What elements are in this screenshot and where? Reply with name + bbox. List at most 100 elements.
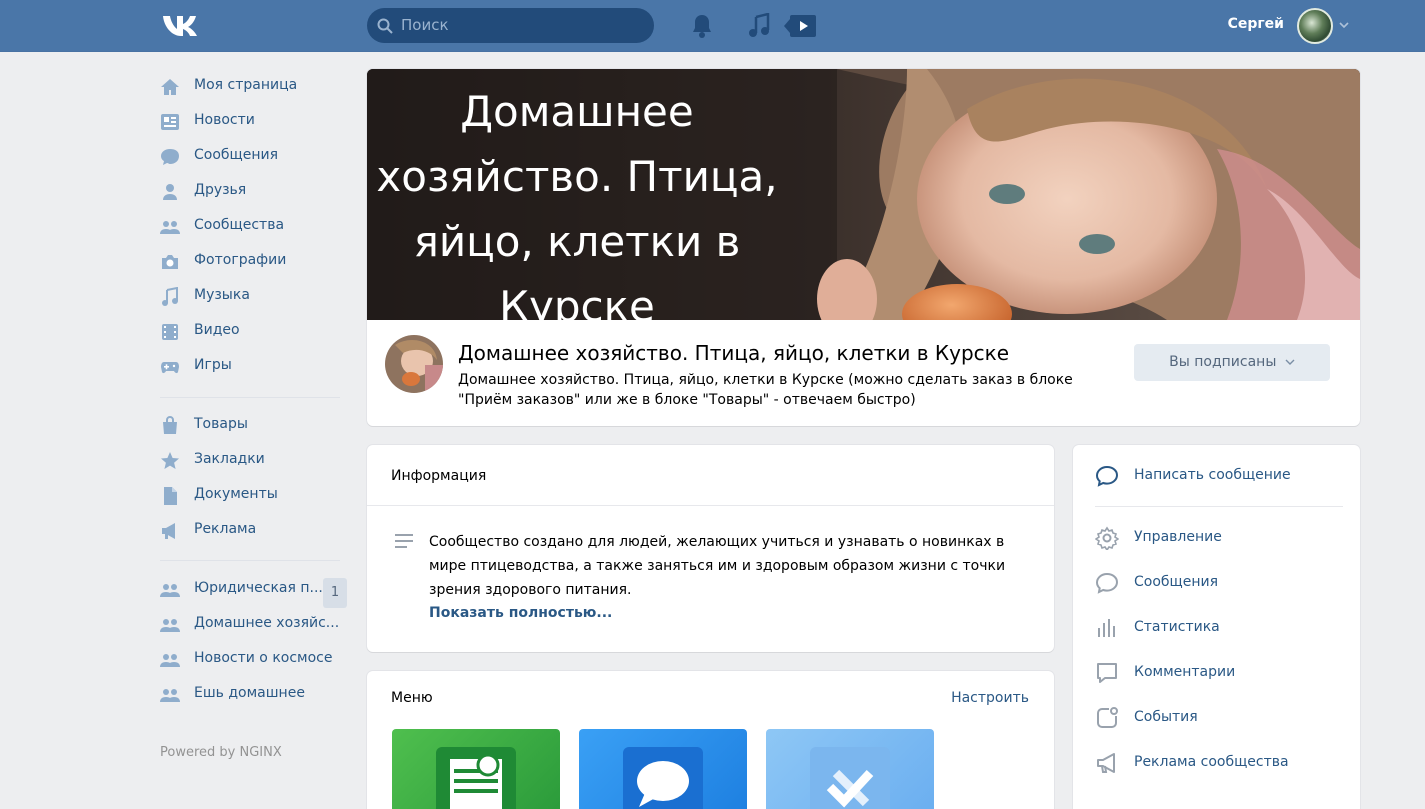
chat-bubble-icon <box>623 747 703 809</box>
action-label: Управление <box>1134 529 1222 545</box>
sidebar-item-label: Сообщества <box>194 217 285 233</box>
message-bubble-icon <box>1095 465 1119 487</box>
subscribed-button[interactable]: Вы подписаны <box>1134 344 1330 381</box>
shopping-bag-icon <box>163 416 177 434</box>
document-icon <box>164 487 177 505</box>
gamepad-icon <box>161 362 179 374</box>
sidebar-item-label: Закладки <box>194 451 265 467</box>
action-comments[interactable]: Комментарии <box>1073 655 1360 691</box>
sidebar-item-my-page[interactable]: Моя страница <box>160 69 350 104</box>
sidebar-divider <box>160 560 340 561</box>
spreadsheet-icon <box>436 747 516 809</box>
vk-logo-icon[interactable] <box>160 12 202 40</box>
bell-icon[interactable] <box>690 13 714 39</box>
sidebar-item-friends[interactable]: Друзья <box>160 174 350 209</box>
sidebar-item-bookmarks[interactable]: Закладки <box>160 443 350 478</box>
action-events[interactable]: События <box>1073 700 1360 736</box>
menu-tile-orders[interactable] <box>392 729 560 809</box>
music-icon <box>162 287 178 306</box>
sidebar-item-ads[interactable]: Реклама <box>160 513 350 548</box>
sidebar-item-label: Реклама <box>194 521 257 537</box>
gear-icon <box>1095 526 1119 550</box>
show-more-link[interactable]: Показать полностью... <box>429 605 612 621</box>
search-input[interactable]: Поиск <box>367 8 654 43</box>
action-label: Статистика <box>1134 619 1220 635</box>
star-icon <box>161 452 179 469</box>
sidebar-divider <box>160 397 340 398</box>
sidebar-item-photos[interactable]: Фотографии <box>160 244 350 279</box>
sidebar-item-messages[interactable]: Сообщения <box>160 139 350 174</box>
bar-chart-icon <box>1098 619 1115 637</box>
cover-title-text: Домашнее хозяйство. Птица, яйцо, клетки … <box>376 87 778 320</box>
message-bubble-icon <box>1095 572 1119 594</box>
communities-icon <box>160 221 180 234</box>
communities-icon <box>160 654 180 667</box>
search-placeholder: Поиск <box>401 16 449 34</box>
sidebar-group-eat-home[interactable]: Ешь домашнее <box>160 677 350 712</box>
sidebar-item-news[interactable]: Новости <box>160 104 350 139</box>
group-header-card: Домашнее хозяйство. Птица, яйцо, клетки … <box>367 69 1360 426</box>
sidebar-item-communities[interactable]: Сообщества <box>160 209 350 244</box>
sidebar-item-music[interactable]: Музыка <box>160 279 350 314</box>
action-label: Сообщения <box>1134 574 1219 590</box>
action-label: Реклама сообщества <box>1134 754 1289 770</box>
group-cover: Домашнее хозяйство. Птица, яйцо, клетки … <box>367 69 1360 320</box>
write-message-label: Написать сообщение <box>1134 467 1291 483</box>
sidebar-item-documents[interactable]: Документы <box>160 478 350 513</box>
sidebar-item-label: Ешь домашнее <box>194 685 305 701</box>
configure-link[interactable]: Настроить <box>951 690 1029 706</box>
home-icon <box>161 79 179 95</box>
action-messages[interactable]: Сообщения <box>1073 565 1360 601</box>
comment-icon <box>1097 663 1117 683</box>
action-community-ads[interactable]: Реклама сообщества <box>1073 745 1360 781</box>
sidebar-item-label: Юридическая п... <box>194 580 323 596</box>
sidebar-item-label: Видео <box>194 322 240 338</box>
subscribed-button-label: Вы подписаны <box>1169 354 1277 370</box>
actions-card: Написать сообщение Управление Сообщения … <box>1073 445 1360 809</box>
group-status: Домашнее хозяйство. Птица, яйцо, клетки … <box>458 372 1073 408</box>
messages-icon <box>161 149 179 165</box>
sidebar-item-label: Новости о космосе <box>194 650 333 666</box>
action-statistics[interactable]: Статистика <box>1073 610 1360 646</box>
event-icon <box>1097 707 1118 728</box>
divider <box>1095 506 1343 507</box>
write-message-button[interactable]: Написать сообщение <box>1073 458 1360 494</box>
user-avatar[interactable] <box>1297 8 1333 44</box>
action-manage[interactable]: Управление <box>1073 520 1360 556</box>
sidebar-group-legal[interactable]: Юридическая п... 1 <box>160 572 350 608</box>
chevron-down-icon <box>1285 359 1295 365</box>
communities-icon <box>160 584 180 597</box>
camera-icon <box>162 255 178 269</box>
sidebar-item-label: Моя страница <box>194 77 298 93</box>
menu-header: Меню <box>391 690 433 706</box>
megaphone-icon <box>1097 753 1115 773</box>
sidebar-item-label: Друзья <box>194 182 247 198</box>
sidebar-group-household[interactable]: Домашнее хозяйс... <box>160 607 350 642</box>
sidebar-item-label: Домашнее хозяйс... <box>194 615 340 631</box>
sidebar-item-label: Фотографии <box>194 252 287 268</box>
menu-card: Меню Настроить <box>367 671 1054 809</box>
sidebar-item-label: Новости <box>194 112 255 128</box>
music-note-icon[interactable] <box>748 13 770 39</box>
menu-tile-messages[interactable] <box>579 729 747 809</box>
sidebar-group-space-news[interactable]: Новости о космосе <box>160 642 350 677</box>
group-title: Домашнее хозяйство. Птица, яйцо, клетки … <box>458 341 1010 365</box>
chevron-down-icon[interactable] <box>1338 20 1350 30</box>
user-name[interactable]: Сергей <box>1200 16 1284 32</box>
news-icon <box>161 114 179 130</box>
sidebar-item-video[interactable]: Видео <box>160 314 350 349</box>
play-icon[interactable] <box>784 13 816 39</box>
info-header: Информация <box>391 468 487 484</box>
sidebar-item-goods[interactable]: Товары <box>160 408 350 443</box>
friends-icon <box>163 184 177 200</box>
sidebar-item-games[interactable]: Игры <box>160 349 350 384</box>
video-icon <box>162 324 178 340</box>
powered-by-text[interactable]: Powered by NGINX <box>160 745 282 760</box>
menu-tile-goods[interactable] <box>766 729 934 809</box>
checkmark-icon <box>810 747 890 809</box>
description-lines-icon <box>395 534 413 548</box>
divider <box>367 505 1054 506</box>
communities-icon <box>160 619 180 632</box>
megaphone-icon <box>162 523 175 539</box>
group-avatar[interactable] <box>385 335 443 393</box>
